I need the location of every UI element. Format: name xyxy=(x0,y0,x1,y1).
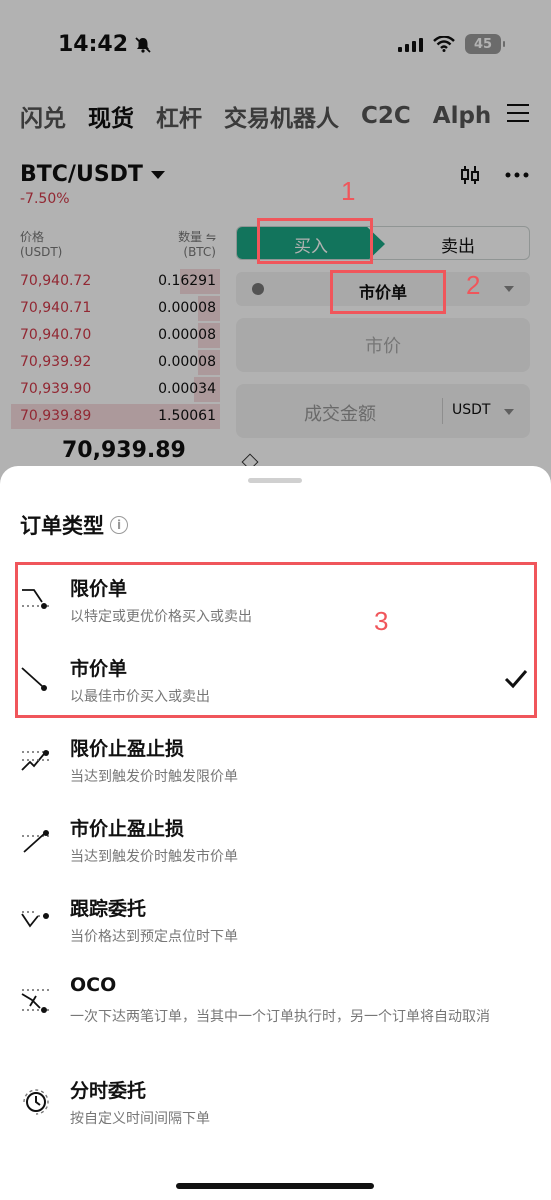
annotation-number-1: 1 xyxy=(341,176,356,206)
annotation-number-3: 3 xyxy=(374,606,389,636)
option-trailing-order[interactable]: 跟踪委托 当价格达到预定点位时下单 xyxy=(0,894,551,972)
annotation-box-3 xyxy=(15,562,537,718)
home-indicator[interactable] xyxy=(176,1183,374,1189)
time-order-icon xyxy=(23,1089,49,1115)
option-time-order[interactable]: 分时委托 按自定义时间间隔下单 xyxy=(0,1076,551,1154)
info-icon[interactable]: i xyxy=(110,516,128,534)
oco-icon xyxy=(21,989,50,1013)
annotation-box-2 xyxy=(330,270,446,314)
option-market-tp-sl[interactable]: 市价止盈止损 当达到触发价时触发市价单 xyxy=(0,814,551,892)
market-tp-sl-icon xyxy=(22,830,50,853)
annotation-number-2: 2 xyxy=(466,270,481,300)
option-oco[interactable]: OCO 一次下达两笔订单，当其中一个订单执行时，另一个订单将自动取消 xyxy=(0,974,551,1052)
annotation-box-1 xyxy=(257,218,373,264)
option-limit-tp-sl[interactable]: 限价止盈止损 当达到触发价时触发限价单 xyxy=(0,734,551,812)
trailing-order-icon xyxy=(21,911,49,928)
sheet-title: 订单类型 i xyxy=(20,510,128,540)
sheet-grabber[interactable] xyxy=(248,478,302,483)
limit-tp-sl-icon xyxy=(21,750,50,771)
